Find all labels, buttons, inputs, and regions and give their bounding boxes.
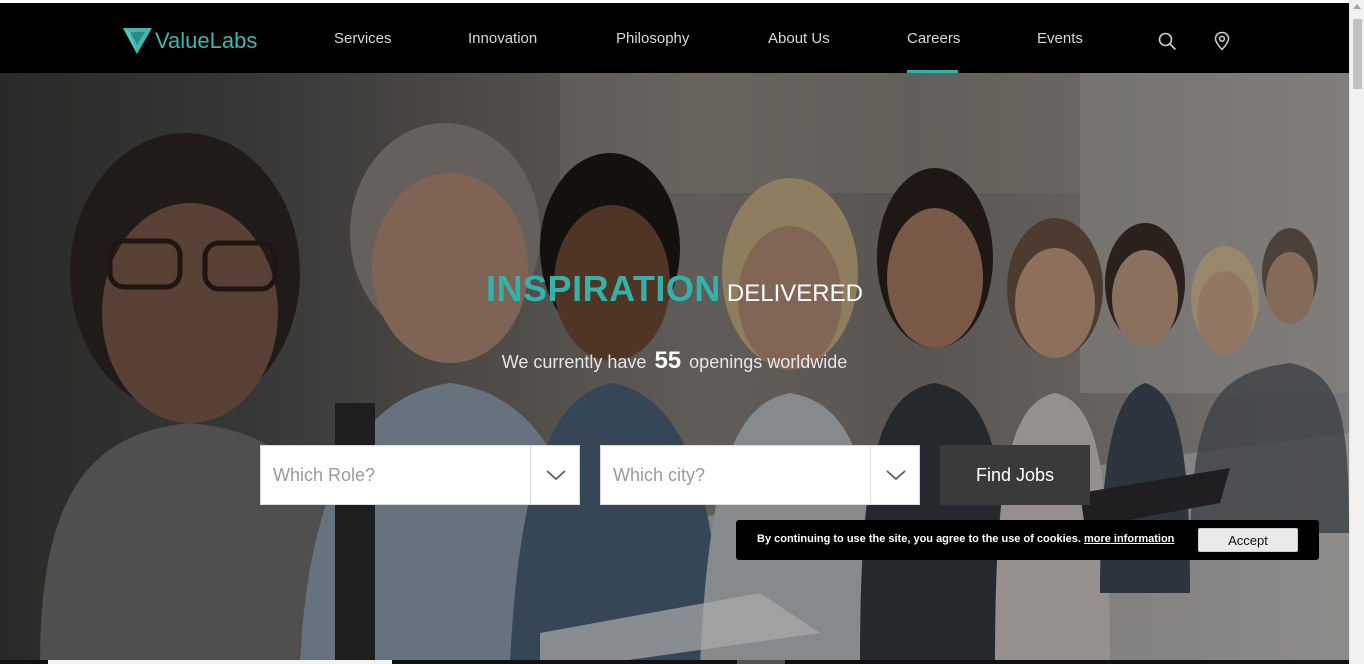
nav-active-indicator	[907, 70, 958, 73]
openings-prefix: We currently have	[501, 352, 647, 372]
logo[interactable]: ValueLabs	[122, 25, 257, 57]
cookie-more-info-link[interactable]: more information	[1084, 533, 1174, 545]
chevron-down-icon[interactable]	[885, 468, 907, 482]
search-icon[interactable]	[1157, 31, 1177, 51]
location-pin-icon[interactable]	[1212, 31, 1232, 51]
cookie-message: By continuing to use the site, you agree…	[757, 533, 1174, 545]
nav-item-careers[interactable]: Careers	[907, 30, 960, 47]
openings-count: 55	[654, 347, 682, 374]
nav-item-philosophy[interactable]: Philosophy	[616, 30, 689, 47]
logo-text: ValueLabs	[155, 28, 258, 53]
hero-banner: INSPIRATION DELIVERED We currently have 5…	[0, 73, 1349, 664]
hero-headline: INSPIRATION DELIVERED	[0, 268, 1349, 310]
logo-mark-icon	[123, 28, 152, 54]
bottom-strip-grey	[737, 660, 785, 664]
openings-suffix: openings worldwide	[689, 352, 848, 372]
nav-item-events[interactable]: Events	[1037, 30, 1083, 47]
role-select-divider	[530, 446, 531, 504]
nav-item-about-us[interactable]: About Us	[768, 30, 830, 47]
scrollbar-thumb[interactable]	[1353, 19, 1362, 89]
cookie-accept-button[interactable]: Accept	[1198, 528, 1298, 552]
cookie-text: By continuing to use the site, you agree…	[757, 533, 1081, 545]
city-select-divider	[870, 446, 871, 504]
headline-sub: DELIVERED	[726, 280, 863, 307]
headline-main: INSPIRATION	[486, 268, 721, 309]
openings-text: We currently have 55 openings worldwide	[0, 347, 1349, 375]
bottom-content-strip	[0, 660, 1349, 664]
find-jobs-button[interactable]: Find Jobs	[940, 445, 1090, 505]
role-select[interactable]: Which Role?	[260, 445, 580, 505]
nav-item-services[interactable]: Services	[334, 30, 392, 47]
site-header: ValueLabs Services Innovation Philosophy…	[0, 3, 1349, 73]
bottom-strip-light	[48, 660, 392, 664]
scroll-up-arrow-icon[interactable]	[1353, 4, 1361, 9]
chevron-down-icon[interactable]	[545, 468, 567, 482]
city-select-placeholder: Which city?	[613, 465, 706, 485]
nav-item-innovation[interactable]: Innovation	[468, 30, 537, 47]
cookie-consent-bar: By continuing to use the site, you agree…	[736, 520, 1319, 560]
city-select[interactable]: Which city?	[600, 445, 920, 505]
page-scrollbar[interactable]	[1349, 0, 1364, 664]
role-select-placeholder: Which Role?	[273, 465, 376, 485]
page: ValueLabs Services Innovation Philosophy…	[0, 3, 1349, 664]
